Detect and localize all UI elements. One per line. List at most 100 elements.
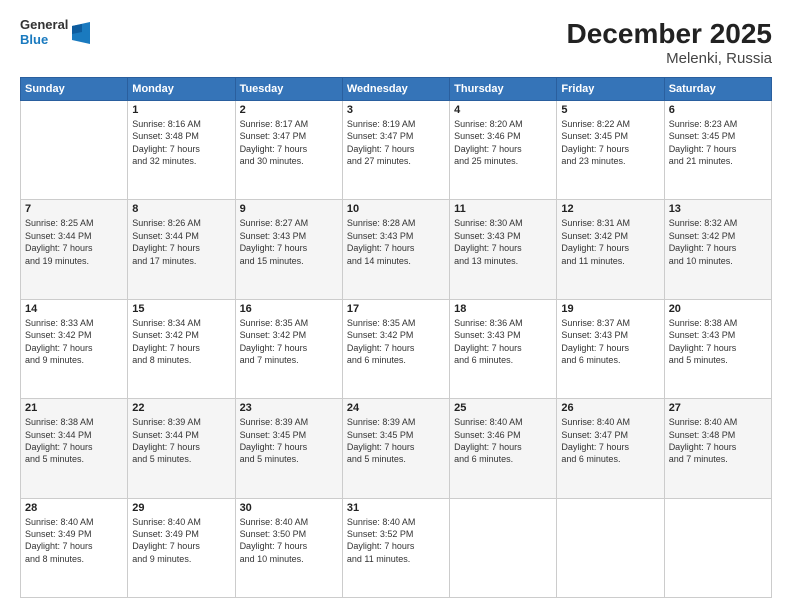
col-friday: Friday xyxy=(557,78,664,101)
table-row: 5 Sunrise: 8:22 AMSunset: 3:45 PMDaylight… xyxy=(557,101,664,200)
table-row xyxy=(557,498,664,597)
table-row: 28Sunrise: 8:40 AMSunset: 3:49 PMDayligh… xyxy=(21,498,128,597)
calendar-week-4: 28Sunrise: 8:40 AMSunset: 3:49 PMDayligh… xyxy=(21,498,772,597)
table-row: 25 Sunrise: 8:40 AMSunset: 3:46 PMDayligh… xyxy=(450,399,557,498)
day-number: 7 xyxy=(25,203,123,215)
table-row: 23Sunrise: 8:39 AMSunset: 3:45 PMDayligh… xyxy=(235,399,342,498)
table-row: 24 Sunrise: 8:39 AMSunset: 3:45 PMDayligh… xyxy=(342,399,449,498)
day-number: 12 xyxy=(561,203,659,215)
day-info: Sunrise: 8:40 AMSunset: 3:50 PMDaylight:… xyxy=(240,516,338,566)
day-info: Sunrise: 8:22 AMSunset: 3:45 PMDaylight:… xyxy=(561,118,659,168)
table-row: 27 Sunrise: 8:40 AMSunset: 3:48 PMDayligh… xyxy=(664,399,771,498)
calendar-week-3: 21 Sunrise: 8:38 AMSunset: 3:44 PMDayligh… xyxy=(21,399,772,498)
col-wednesday: Wednesday xyxy=(342,78,449,101)
day-info: Sunrise: 8:23 AMSunset: 3:45 PMDaylight:… xyxy=(669,118,767,168)
day-number: 25 xyxy=(454,402,552,414)
day-info: Sunrise: 8:35 AMSunset: 3:42 PMDaylight:… xyxy=(240,317,338,367)
table-row: 15Sunrise: 8:34 AMSunset: 3:42 PMDayligh… xyxy=(128,299,235,398)
day-info: Sunrise: 8:40 AMSunset: 3:49 PMDaylight:… xyxy=(132,516,230,566)
day-number: 10 xyxy=(347,203,445,215)
day-info: Sunrise: 8:19 AMSunset: 3:47 PMDaylight:… xyxy=(347,118,445,168)
day-number: 8 xyxy=(132,203,230,215)
table-row: 26 Sunrise: 8:40 AMSunset: 3:47 PMDayligh… xyxy=(557,399,664,498)
day-info: Sunrise: 8:40 AMSunset: 3:49 PMDaylight:… xyxy=(25,516,123,566)
table-row: 1Sunrise: 8:16 AMSunset: 3:48 PMDaylight… xyxy=(128,101,235,200)
day-number: 11 xyxy=(454,203,552,215)
day-number: 9 xyxy=(240,203,338,215)
col-thursday: Thursday xyxy=(450,78,557,101)
day-info: Sunrise: 8:40 AMSunset: 3:47 PMDaylight:… xyxy=(561,416,659,466)
table-row: 12 Sunrise: 8:31 AMSunset: 3:42 PMDayligh… xyxy=(557,200,664,299)
table-row: 13 Sunrise: 8:32 AMSunset: 3:42 PMDayligh… xyxy=(664,200,771,299)
table-row: 18Sunrise: 8:36 AMSunset: 3:43 PMDayligh… xyxy=(450,299,557,398)
day-info: Sunrise: 8:40 AMSunset: 3:48 PMDaylight:… xyxy=(669,416,767,466)
page: General Blue December 2025 Melenki, Russ… xyxy=(0,0,792,612)
day-number: 5 xyxy=(561,104,659,116)
day-info: Sunrise: 8:33 AMSunset: 3:42 PMDaylight:… xyxy=(25,317,123,367)
day-number: 26 xyxy=(561,402,659,414)
logo-icon xyxy=(72,22,90,44)
table-row: 16 Sunrise: 8:35 AMSunset: 3:42 PMDayligh… xyxy=(235,299,342,398)
table-row: 9 Sunrise: 8:27 AMSunset: 3:43 PMDaylight… xyxy=(235,200,342,299)
table-row: 30Sunrise: 8:40 AMSunset: 3:50 PMDayligh… xyxy=(235,498,342,597)
day-number: 3 xyxy=(347,104,445,116)
table-row: 8Sunrise: 8:26 AMSunset: 3:44 PMDaylight… xyxy=(128,200,235,299)
day-number: 13 xyxy=(669,203,767,215)
page-subtitle: Melenki, Russia xyxy=(567,50,772,67)
day-info: Sunrise: 8:25 AMSunset: 3:44 PMDaylight:… xyxy=(25,217,123,267)
calendar-table: Sunday Monday Tuesday Wednesday Thursday… xyxy=(20,77,772,598)
table-row: 29 Sunrise: 8:40 AMSunset: 3:49 PMDayligh… xyxy=(128,498,235,597)
table-row: 11Sunrise: 8:30 AMSunset: 3:43 PMDayligh… xyxy=(450,200,557,299)
table-row: 4Sunrise: 8:20 AMSunset: 3:46 PMDaylight… xyxy=(450,101,557,200)
day-number: 4 xyxy=(454,104,552,116)
logo: General Blue xyxy=(20,18,90,48)
table-row: 19Sunrise: 8:37 AMSunset: 3:43 PMDayligh… xyxy=(557,299,664,398)
day-info: Sunrise: 8:32 AMSunset: 3:42 PMDaylight:… xyxy=(669,217,767,267)
table-row: 3 Sunrise: 8:19 AMSunset: 3:47 PMDaylight… xyxy=(342,101,449,200)
day-number: 21 xyxy=(25,402,123,414)
day-number: 20 xyxy=(669,303,767,315)
logo-line1: General xyxy=(20,18,68,33)
header-row: Sunday Monday Tuesday Wednesday Thursday… xyxy=(21,78,772,101)
day-number: 2 xyxy=(240,104,338,116)
day-info: Sunrise: 8:31 AMSunset: 3:42 PMDaylight:… xyxy=(561,217,659,267)
day-info: Sunrise: 8:39 AMSunset: 3:45 PMDaylight:… xyxy=(347,416,445,466)
calendar-body: 1Sunrise: 8:16 AMSunset: 3:48 PMDaylight… xyxy=(21,101,772,598)
page-title: December 2025 xyxy=(567,18,772,50)
day-number: 1 xyxy=(132,104,230,116)
col-sunday: Sunday xyxy=(21,78,128,101)
day-number: 27 xyxy=(669,402,767,414)
day-info: Sunrise: 8:38 AMSunset: 3:44 PMDaylight:… xyxy=(25,416,123,466)
header: General Blue December 2025 Melenki, Russ… xyxy=(20,18,772,67)
title-block: December 2025 Melenki, Russia xyxy=(567,18,772,67)
day-number: 6 xyxy=(669,104,767,116)
day-info: Sunrise: 8:34 AMSunset: 3:42 PMDaylight:… xyxy=(132,317,230,367)
day-info: Sunrise: 8:39 AMSunset: 3:44 PMDaylight:… xyxy=(132,416,230,466)
day-info: Sunrise: 8:40 AMSunset: 3:52 PMDaylight:… xyxy=(347,516,445,566)
calendar-header: Sunday Monday Tuesday Wednesday Thursday… xyxy=(21,78,772,101)
day-info: Sunrise: 8:36 AMSunset: 3:43 PMDaylight:… xyxy=(454,317,552,367)
col-saturday: Saturday xyxy=(664,78,771,101)
calendar-week-0: 1Sunrise: 8:16 AMSunset: 3:48 PMDaylight… xyxy=(21,101,772,200)
table-row: 6 Sunrise: 8:23 AMSunset: 3:45 PMDaylight… xyxy=(664,101,771,200)
day-info: Sunrise: 8:17 AMSunset: 3:47 PMDaylight:… xyxy=(240,118,338,168)
day-info: Sunrise: 8:38 AMSunset: 3:43 PMDaylight:… xyxy=(669,317,767,367)
logo-text: General Blue xyxy=(20,18,68,48)
day-info: Sunrise: 8:40 AMSunset: 3:46 PMDaylight:… xyxy=(454,416,552,466)
table-row xyxy=(450,498,557,597)
day-number: 31 xyxy=(347,502,445,514)
day-info: Sunrise: 8:35 AMSunset: 3:42 PMDaylight:… xyxy=(347,317,445,367)
day-number: 24 xyxy=(347,402,445,414)
table-row: 31 Sunrise: 8:40 AMSunset: 3:52 PMDayligh… xyxy=(342,498,449,597)
table-row xyxy=(21,101,128,200)
table-row: 7 Sunrise: 8:25 AMSunset: 3:44 PMDaylight… xyxy=(21,200,128,299)
day-number: 22 xyxy=(132,402,230,414)
table-row: 17Sunrise: 8:35 AMSunset: 3:42 PMDayligh… xyxy=(342,299,449,398)
col-monday: Monday xyxy=(128,78,235,101)
table-row: 14Sunrise: 8:33 AMSunset: 3:42 PMDayligh… xyxy=(21,299,128,398)
day-number: 29 xyxy=(132,502,230,514)
day-info: Sunrise: 8:28 AMSunset: 3:43 PMDaylight:… xyxy=(347,217,445,267)
calendar-week-1: 7 Sunrise: 8:25 AMSunset: 3:44 PMDaylight… xyxy=(21,200,772,299)
day-number: 16 xyxy=(240,303,338,315)
day-info: Sunrise: 8:27 AMSunset: 3:43 PMDaylight:… xyxy=(240,217,338,267)
